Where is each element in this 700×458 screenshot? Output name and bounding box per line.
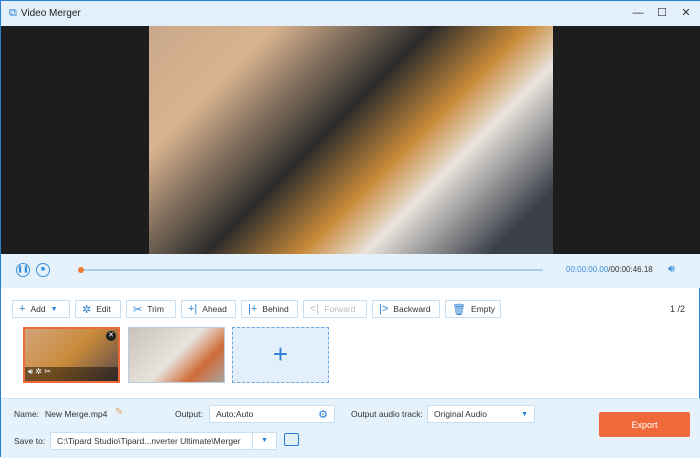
name-label: Name: — [14, 409, 40, 419]
title-bar: ⧉ Video Merger — ☐ ✕ — [1, 1, 700, 26]
backward-label: Backward — [393, 304, 431, 314]
audio-track-select[interactable]: Original Audio ▼ — [427, 405, 535, 423]
chevron-down-icon[interactable]: ▼ — [51, 306, 58, 313]
clip-actions: 🔊︎ ✲ ✂ — [25, 367, 118, 381]
add-label: Add — [30, 304, 46, 314]
page-indicator: 1 /2 — [670, 304, 686, 314]
stop-button[interactable]: ■ — [36, 263, 50, 277]
forward-icon: <| — [310, 303, 320, 315]
clip-edit-icon[interactable]: ✲ — [35, 367, 42, 376]
app-icon: ⧉ — [9, 7, 17, 19]
ahead-label: Ahead — [202, 304, 227, 314]
clip-volume-icon[interactable]: 🔊︎ — [28, 367, 33, 376]
audio-track-value: Original Audio — [434, 409, 487, 419]
video-frame — [149, 26, 553, 254]
progress-handle[interactable] — [78, 267, 84, 273]
close-button[interactable]: ✕ — [679, 6, 693, 20]
current-time: 00:00:00.00 — [566, 265, 609, 274]
save-path-field[interactable]: C:\Tipard Studio\Tipard...nverter Ultima… — [50, 432, 277, 450]
save-path-value: C:\Tipard Studio\Tipard...nverter Ultima… — [57, 436, 241, 446]
output-label: Output: — [175, 409, 203, 419]
empty-button[interactable]: 🗑︎ Empty — [445, 300, 501, 318]
output-format-field[interactable]: Auto;Auto ⚙ — [209, 405, 335, 423]
trash-icon: 🗑︎ — [452, 303, 466, 316]
pause-button[interactable]: ❚❚ — [16, 263, 30, 277]
trim-label: Trim — [147, 304, 164, 314]
total-time: /00:00:46.18 — [608, 265, 653, 274]
plus-icon: + — [19, 303, 26, 315]
save-path-dropdown[interactable]: ▼ — [252, 433, 276, 449]
edit-label: Edit — [96, 304, 111, 314]
clip-thumbnail-1[interactable]: ✕ 🔊︎ ✲ ✂ — [23, 327, 120, 383]
add-button[interactable]: + Add ▼ — [12, 300, 70, 318]
insert-ahead-icon: +| — [188, 303, 198, 315]
empty-label: Empty — [470, 304, 496, 314]
backward-icon: |> — [379, 303, 389, 315]
gear-icon[interactable]: ⚙ — [318, 408, 328, 421]
forward-button[interactable]: <| Forward — [303, 300, 367, 318]
save-to-label: Save to: — [14, 436, 46, 446]
volume-icon[interactable]: 🔊︎ — [668, 263, 675, 276]
insert-behind-icon: |+ — [248, 303, 258, 315]
behind-button[interactable]: |+ Behind — [241, 300, 298, 318]
clip-thumbnail-2[interactable] — [128, 327, 225, 383]
edit-icon: ✲ — [82, 303, 92, 316]
page-total: 2 — [680, 304, 686, 314]
export-button[interactable]: Export — [599, 412, 690, 437]
forward-label: Forward — [324, 304, 356, 314]
name-value: New Merge.mp4 — [45, 409, 108, 419]
ahead-button[interactable]: +| Ahead — [181, 300, 236, 318]
trim-button[interactable]: ✂ Trim — [126, 300, 176, 318]
backward-button[interactable]: |> Backward — [372, 300, 440, 318]
remove-clip-icon[interactable]: ✕ — [106, 331, 116, 341]
minimize-button[interactable]: — — [631, 6, 645, 20]
clip-trim-icon[interactable]: ✂ — [44, 367, 51, 376]
open-folder-icon[interactable] — [284, 433, 299, 446]
add-clip-button[interactable]: + — [232, 327, 329, 383]
time-display: 00:00:00.00/00:00:46.18 — [566, 265, 653, 274]
scissors-icon: ✂ — [133, 303, 143, 316]
maximize-button[interactable]: ☐ — [655, 6, 669, 20]
audio-track-label: Output audio track: — [351, 409, 423, 419]
edit-button[interactable]: ✲ Edit — [75, 300, 121, 318]
chevron-down-icon: ▼ — [521, 410, 528, 418]
behind-label: Behind — [262, 304, 289, 314]
progress-track[interactable] — [81, 269, 543, 271]
output-value: Auto;Auto — [216, 409, 254, 419]
rename-pencil-icon[interactable]: ✎ — [115, 407, 123, 418]
page-current: 1 — [670, 304, 676, 314]
window-title: Video Merger — [20, 8, 81, 19]
